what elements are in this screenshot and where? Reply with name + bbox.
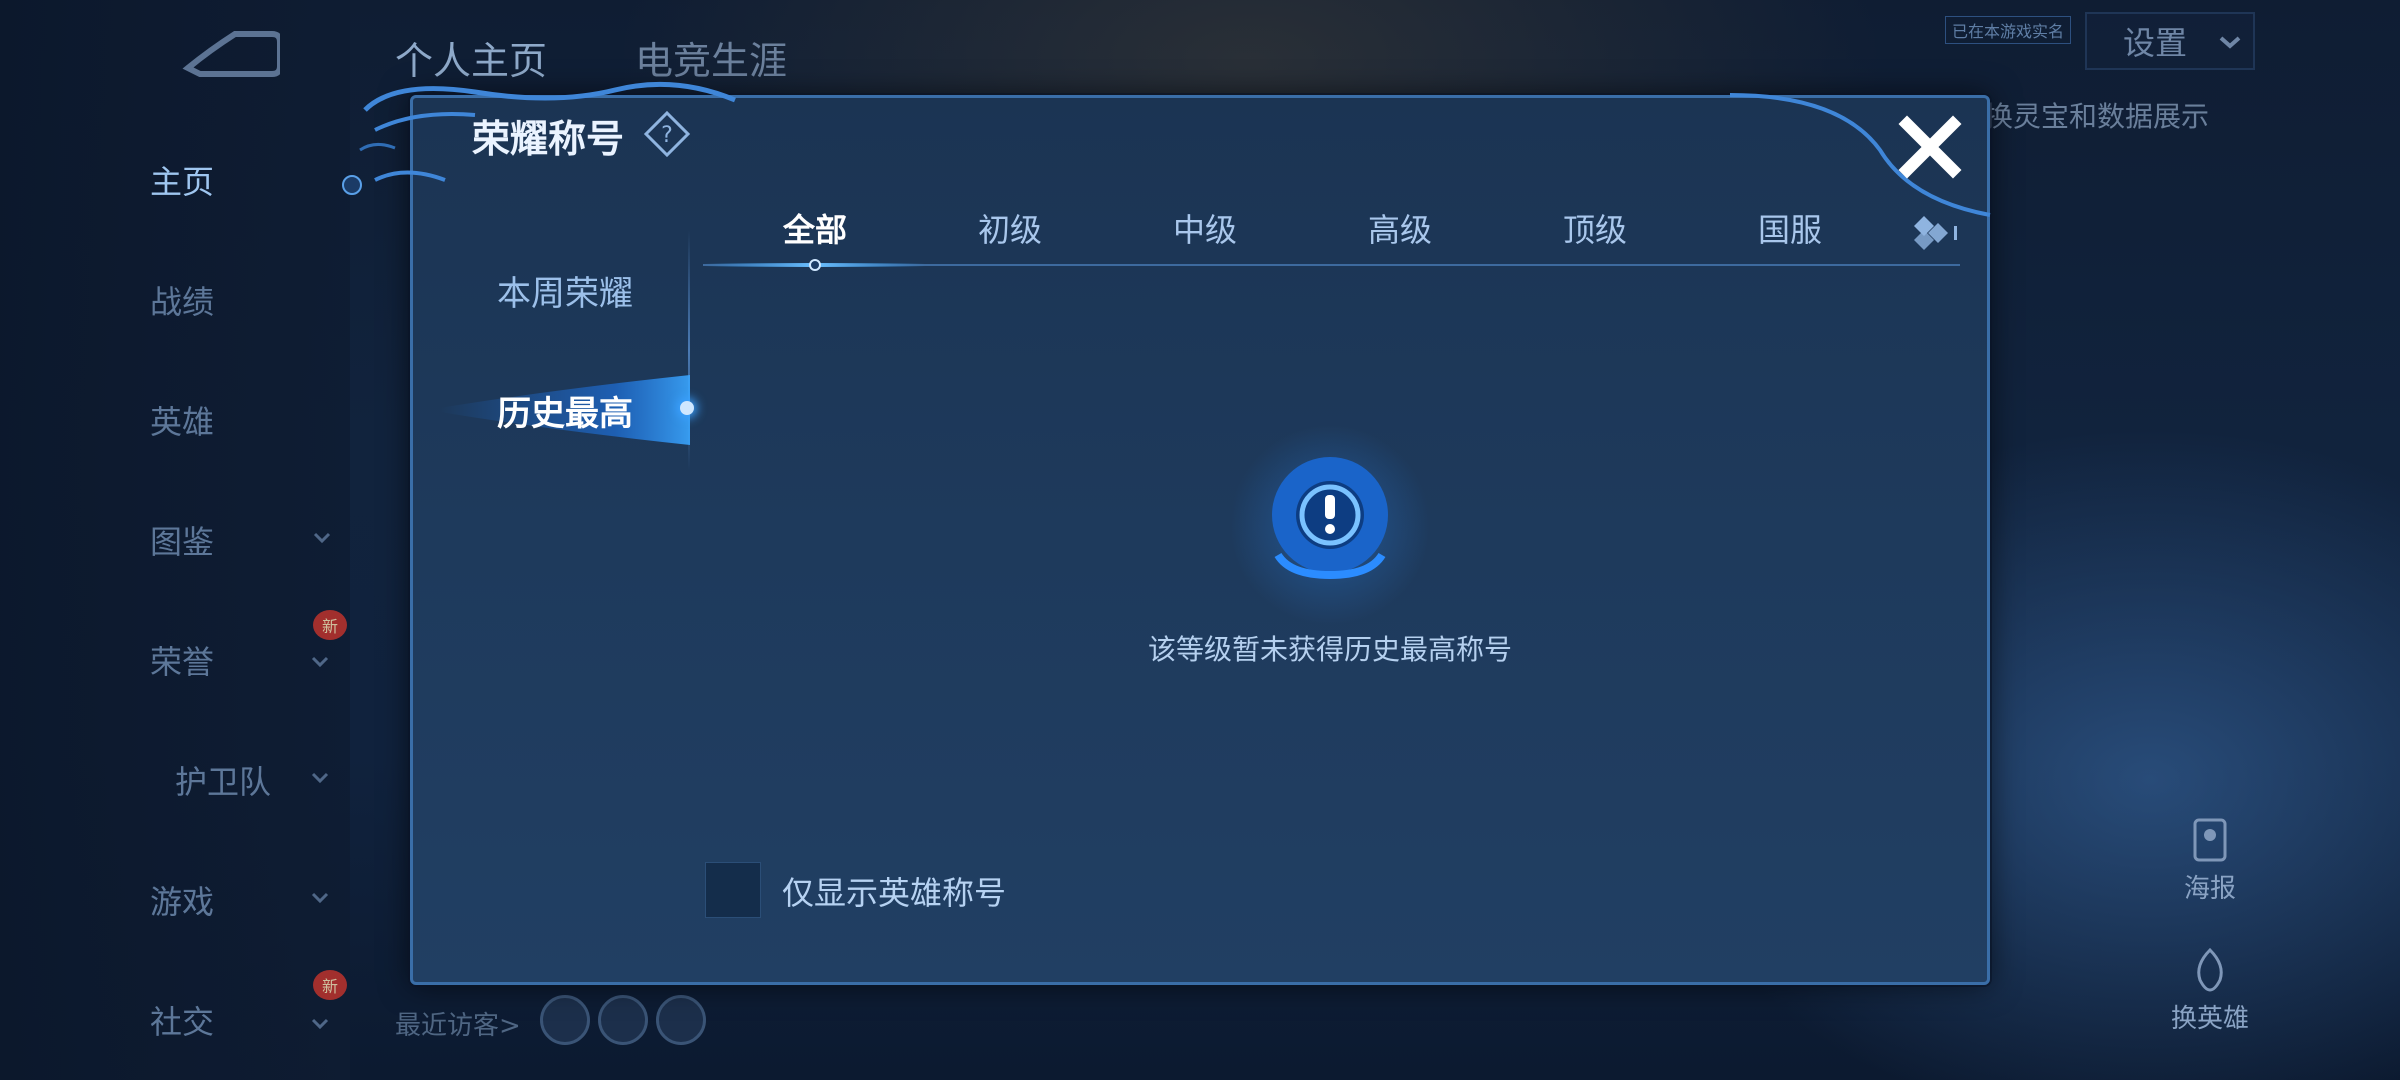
hero-title-only-checkbox[interactable] bbox=[705, 862, 761, 918]
back-arrow-icon[interactable] bbox=[180, 28, 280, 82]
nav-label: 荣誉 bbox=[150, 643, 215, 681]
nav-label: 护卫队 bbox=[175, 763, 272, 801]
tab-esports-career[interactable]: 电竞生涯 bbox=[635, 30, 787, 85]
help-icon[interactable]: ? bbox=[643, 110, 691, 158]
nav-item-heroes[interactable]: 英雄 bbox=[150, 390, 330, 450]
swap-hero-icon[interactable] bbox=[2185, 945, 2235, 995]
nav-label: 英雄 bbox=[150, 403, 215, 441]
tab-intermediate[interactable]: 中级 bbox=[1135, 205, 1275, 251]
nav-label: 主页 bbox=[150, 163, 215, 201]
realname-note: 已在本游戏实名 bbox=[1945, 16, 2072, 44]
empty-state-message: 该等级暂未获得历史最高称号 bbox=[1147, 633, 1512, 666]
nav-label: 社交 bbox=[150, 1003, 215, 1041]
new-badge: 新 bbox=[313, 610, 347, 640]
more-tabs-icon[interactable] bbox=[1910, 212, 1960, 252]
nav-item-codex[interactable]: 图鉴 bbox=[150, 510, 331, 570]
chevron-down-icon bbox=[311, 892, 329, 904]
tab-national[interactable]: 国服 bbox=[1720, 205, 1860, 251]
setting-hint: 换灵宝和数据展示 bbox=[1985, 100, 2210, 133]
active-tab-indicator bbox=[705, 259, 925, 271]
recent-visitors-link[interactable]: 最近访客> bbox=[395, 1005, 521, 1042]
close-icon[interactable] bbox=[1895, 112, 1965, 182]
settings-label: 设置 bbox=[2123, 24, 2188, 62]
svg-text:?: ? bbox=[661, 123, 673, 148]
chevron-down-icon bbox=[311, 772, 329, 784]
swap-hero-button[interactable]: 换英雄 bbox=[2150, 998, 2270, 1035]
poster-button[interactable]: 海报 bbox=[2150, 868, 2270, 905]
new-badge: 新 bbox=[313, 970, 347, 1000]
checkbox-label[interactable]: 仅显示英雄称号 bbox=[782, 868, 1006, 914]
nav-active-indicator bbox=[342, 175, 362, 195]
nav-item-honor[interactable]: 荣誉 bbox=[150, 630, 330, 690]
tab-advanced[interactable]: 高级 bbox=[1330, 205, 1470, 251]
nav-label: 战绩 bbox=[150, 283, 215, 321]
chevron-down-icon bbox=[313, 532, 331, 544]
nav-item-social[interactable]: 社交 bbox=[150, 990, 330, 1050]
warning-icon bbox=[1230, 425, 1430, 625]
nav-item-record[interactable]: 战绩 bbox=[150, 270, 330, 330]
side-tab-weekly-honor[interactable]: 本周荣耀 bbox=[440, 240, 690, 340]
side-tab-history-best[interactable]: 历史最高 bbox=[440, 360, 690, 460]
tab-all[interactable]: 全部 bbox=[745, 205, 885, 251]
tab-beginner[interactable]: 初级 bbox=[940, 205, 1080, 251]
chevron-down-icon bbox=[2219, 36, 2241, 49]
tab-top[interactable]: 顶级 bbox=[1525, 205, 1665, 251]
avatar[interactable] bbox=[598, 995, 648, 1045]
avatar[interactable] bbox=[656, 995, 706, 1045]
chevron-down-icon bbox=[311, 656, 329, 668]
tab-personal-home[interactable]: 个人主页 bbox=[395, 30, 547, 85]
nav-item-home[interactable]: 主页 bbox=[150, 150, 330, 210]
nav-item-guard[interactable]: 护卫队 bbox=[175, 750, 355, 810]
nav-label: 游戏 bbox=[150, 883, 215, 921]
nav-label: 图鉴 bbox=[150, 523, 215, 561]
settings-button[interactable]: 设置 bbox=[2085, 12, 2255, 70]
modal-title: 荣耀称号 bbox=[472, 117, 625, 161]
poster-icon[interactable] bbox=[2185, 815, 2235, 865]
nav-item-game[interactable]: 游戏 bbox=[150, 870, 330, 930]
avatar[interactable] bbox=[540, 995, 590, 1045]
chevron-down-icon bbox=[311, 1018, 329, 1030]
